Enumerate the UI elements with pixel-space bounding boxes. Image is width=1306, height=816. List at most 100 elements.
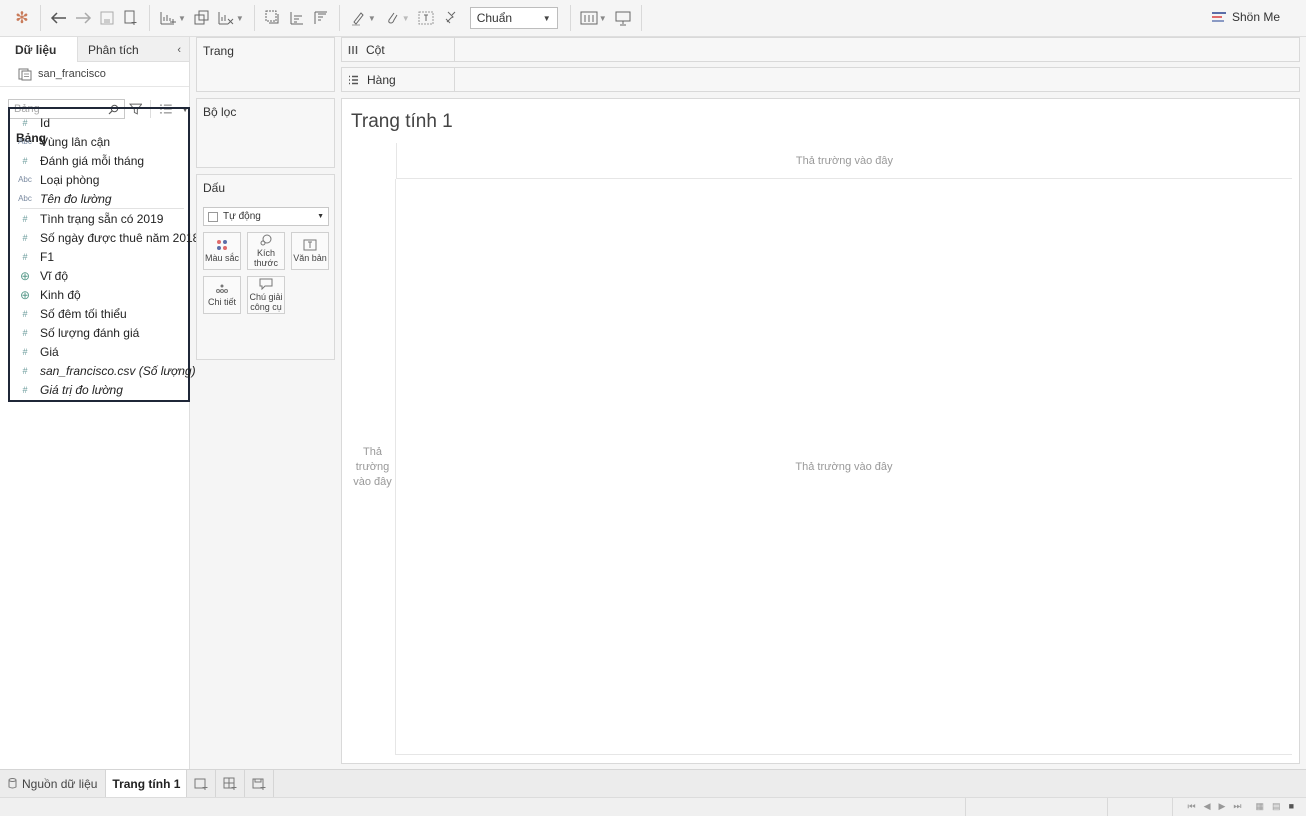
field-label: Số ngày được thuê năm 2018 xyxy=(40,230,200,245)
color-mark-button[interactable]: Màu sắc xyxy=(203,232,241,270)
chevron-down-icon[interactable]: ▼ xyxy=(236,14,244,23)
sheet-sorter-icon[interactable]: ▦ xyxy=(1256,801,1265,812)
toolbar-divider xyxy=(40,5,41,31)
chevron-down-icon[interactable]: ▼ xyxy=(178,14,186,23)
measure-icon: # xyxy=(22,251,28,262)
text-mark-button[interactable]: Văn bản xyxy=(291,232,329,270)
columns-shelf[interactable]: Cột xyxy=(341,37,1300,62)
save-icon[interactable] xyxy=(95,6,119,30)
field-item[interactable]: # san_francisco.csv (Số lượng) xyxy=(10,361,195,380)
redo-icon[interactable] xyxy=(71,6,95,30)
detail-mark-button[interactable]: Chi tiết xyxy=(203,276,241,314)
last-sheet-icon[interactable]: ⏭ xyxy=(1233,801,1241,812)
first-sheet-icon[interactable]: ⏮ xyxy=(1187,801,1195,812)
tab-data[interactable]: Dữ liệu xyxy=(0,37,78,62)
show-labels-icon[interactable] xyxy=(414,6,438,30)
sort-ascending-icon[interactable] xyxy=(285,6,309,30)
field-item[interactable]: # Tình trạng sẵn có 2019 xyxy=(10,209,188,228)
chevron-down-icon: ▼ xyxy=(542,13,551,23)
field-label: Vĩ độ xyxy=(40,268,69,283)
tab-analytics[interactable]: Phân tích ‹ xyxy=(78,37,189,62)
rows-icon xyxy=(349,75,358,84)
field-item[interactable]: Abc Vùng lân cận xyxy=(10,132,188,151)
field-item[interactable]: # Đánh giá mỗi tháng xyxy=(10,151,188,170)
detail-mark-label: Chi tiết xyxy=(207,297,236,307)
chevron-down-icon[interactable]: ▼ xyxy=(368,14,376,23)
new-story-tab-icon[interactable] xyxy=(245,770,275,797)
color-dots-icon xyxy=(217,240,227,250)
next-sheet-icon[interactable]: ▶ xyxy=(1219,801,1226,812)
database-icon xyxy=(8,778,17,789)
columns-drop-zone[interactable]: Thả trường vào đây xyxy=(396,143,1292,179)
new-datasource-icon[interactable] xyxy=(119,6,143,30)
show-me-button[interactable]: Shön Me xyxy=(1211,10,1280,24)
rows-shelf[interactable]: Hàng xyxy=(341,67,1300,92)
field-item[interactable]: # Số ngày được thuê năm 2018 xyxy=(10,228,199,247)
field-item[interactable]: ⊕ Vĩ độ xyxy=(10,266,188,285)
measure-icon: # xyxy=(22,232,28,243)
sort-descending-icon[interactable] xyxy=(309,6,333,30)
duplicate-sheet-icon[interactable] xyxy=(190,6,214,30)
group-members-icon[interactable] xyxy=(380,6,404,30)
new-worksheet-tab-icon[interactable] xyxy=(187,770,217,797)
size-mark-button[interactable]: Kích thước xyxy=(247,232,285,270)
field-label: Loại phòng xyxy=(40,172,100,187)
dimension-abc-icon: Abc xyxy=(18,137,32,146)
previous-sheet-icon[interactable]: ◀ xyxy=(1204,801,1211,812)
field-item[interactable]: Abc Loại phòng xyxy=(10,170,188,189)
new-dashboard-tab-icon[interactable] xyxy=(216,770,246,797)
filmstrip-icon[interactable]: ▤ xyxy=(1272,801,1281,812)
datasource-name: san_francisco xyxy=(38,68,106,80)
sheet-title[interactable]: Trang tính 1 xyxy=(351,111,453,133)
main-drop-zone[interactable]: Thả trường vào đây xyxy=(396,179,1292,755)
presentation-mode-icon[interactable] xyxy=(611,6,635,30)
measure-icon: # xyxy=(22,365,28,376)
new-worksheet-icon[interactable] xyxy=(156,6,180,30)
field-item[interactable]: # F1 xyxy=(10,247,188,266)
filters-shelf[interactable]: Bộ lọc xyxy=(196,98,335,168)
sheet-navigation: ⏮ ◀ ▶ ⏭ ▦ ▤ ■ xyxy=(1187,801,1294,812)
status-bar: ⏮ ◀ ▶ ⏭ ▦ ▤ ■ xyxy=(0,797,1306,816)
clear-sheet-icon[interactable] xyxy=(214,6,238,30)
highlight-icon[interactable] xyxy=(346,6,370,30)
chevron-down-icon[interactable]: ▼ xyxy=(599,14,607,23)
field-item[interactable]: ⊕ Kinh độ xyxy=(10,285,188,304)
worksheet-canvas: Trang tính 1 Thả trường vào đây Thả trườ… xyxy=(341,98,1300,764)
marks-card-label: Dấu xyxy=(203,181,226,195)
field-label: F1 xyxy=(40,249,55,264)
tooltip-mark-button[interactable]: Chú giải công cụ xyxy=(247,276,285,314)
dimension-abc-icon: Abc xyxy=(18,175,32,184)
show-cards-icon[interactable] xyxy=(577,6,601,30)
field-list: # Id Abc Vùng lân cận # Đánh giá mỗi tháng Abc… xyxy=(8,107,199,402)
tabs-view-icon[interactable]: ■ xyxy=(1289,801,1294,812)
field-item[interactable]: # Số đêm tối thiểu xyxy=(10,304,188,323)
toolbar-divider xyxy=(569,5,571,31)
field-item[interactable]: Abc Tên đo lường xyxy=(10,189,188,208)
mark-type-dropdown[interactable]: Tự động ▼ xyxy=(203,207,329,226)
fit-dropdown[interactable]: Chuẩn ▼ xyxy=(469,7,558,29)
text-mark-label: Văn bản xyxy=(293,253,327,263)
collapse-pane-icon[interactable]: ‹ xyxy=(177,44,181,56)
undo-icon[interactable] xyxy=(47,6,71,30)
tooltip-icon xyxy=(259,278,273,290)
toolbar-divider xyxy=(253,5,255,31)
marks-card: Dấu Tự động ▼ Màu sắc Kích thước Văn bản xyxy=(196,174,335,360)
measure-icon: # xyxy=(22,384,28,395)
field-item[interactable]: # Giá xyxy=(10,342,188,361)
pin-icon[interactable] xyxy=(438,6,462,30)
tab-datasource[interactable]: Nguồn dữ liệu xyxy=(0,770,107,797)
pages-shelf[interactable]: Trang xyxy=(196,37,335,92)
chevron-down-icon[interactable]: ▼ xyxy=(402,14,410,23)
show-me-label: Shön Me xyxy=(1231,10,1280,24)
swap-rows-columns-icon[interactable] xyxy=(261,6,285,30)
field-item[interactable]: # Id xyxy=(10,113,188,132)
field-label: Đánh giá mỗi tháng xyxy=(40,153,145,168)
field-item[interactable]: # Số lượng đánh giá xyxy=(10,323,188,342)
tab-sheet-1[interactable]: Trang tính 1 xyxy=(106,770,188,797)
field-label: Giá xyxy=(40,344,59,359)
datasource-item[interactable]: san_francisco xyxy=(0,62,189,87)
field-item[interactable]: # Giá trị đo lường xyxy=(10,380,188,399)
tableau-logo-icon[interactable]: ✻ xyxy=(10,6,34,30)
toolbar-divider xyxy=(338,5,340,31)
rows-drop-zone[interactable]: Thả trường vào đây xyxy=(350,179,396,755)
